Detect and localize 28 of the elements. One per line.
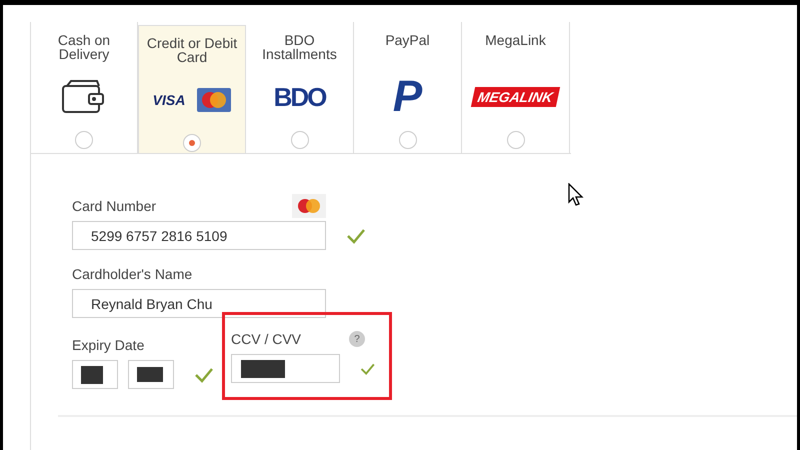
megalink-logo: MEGALINK [471,87,560,107]
visa-logo: VISA [152,92,186,108]
radio-button[interactable] [183,134,201,152]
bdo-logo: BDO [274,82,326,112]
payment-method-tab[interactable]: Cash on Delivery [30,22,138,153]
ccv-field[interactable] [231,354,340,383]
payment-method-tab[interactable]: MegaLink MEGALINK [462,22,570,153]
radio-button[interactable] [290,131,308,149]
wallet-icon [61,80,107,114]
paypal-logo: P [392,75,422,119]
mastercard-icon [197,88,232,112]
radio-button[interactable] [506,131,524,149]
field-label: CCV / CVV [231,331,302,347]
payment-method-tab[interactable]: PayPal P [354,22,462,153]
card-number-field[interactable]: 5299 6757 2816 5109 [72,221,326,250]
payment-method-tab[interactable]: BDO Installments BDO [246,22,354,153]
expiry-year-field[interactable] [128,360,174,389]
radio-button[interactable] [75,131,93,149]
payment-method-tab[interactable]: Credit or Debit Card VISA [138,25,246,153]
mouse-cursor-icon [568,183,584,207]
expiry-month-field[interactable] [72,360,118,389]
mastercard-icon [292,194,326,218]
cardholder-name-field[interactable]: Reynald Bryan Chu [72,289,326,318]
field-label: Cardholder's Name [72,266,192,282]
help-button[interactable]: ? [349,331,366,347]
field-label: Expiry Date [72,337,144,353]
field-label: Card Number [72,198,156,214]
radio-button[interactable] [398,131,416,149]
